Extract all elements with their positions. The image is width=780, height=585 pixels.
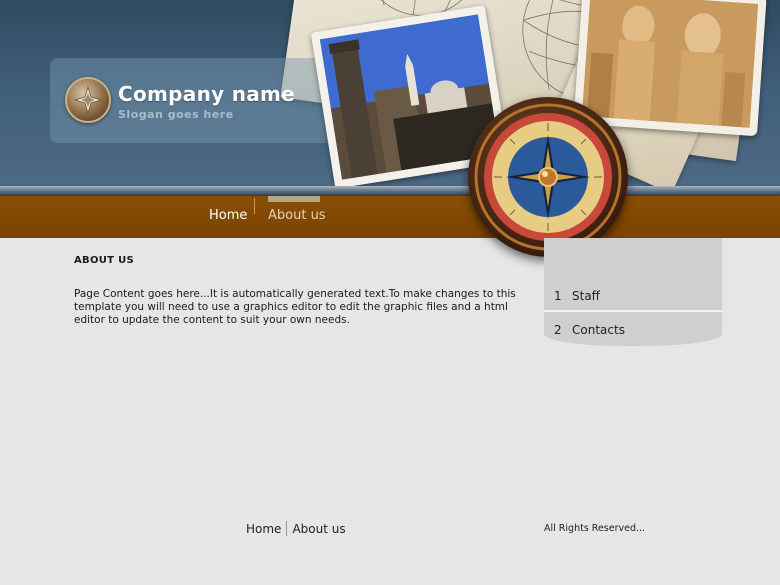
footer-nav: Home About us — [246, 521, 346, 536]
company-name: Company name — [118, 82, 296, 106]
page-body-text: Page Content goes here...It is automatic… — [74, 288, 516, 326]
compass-icon — [468, 97, 628, 257]
sidebar-item-staff[interactable]: 1 Staff — [544, 282, 722, 310]
sidebar-item-number: 1 — [554, 289, 562, 303]
copyright-text: All Rights Reserved... — [544, 523, 646, 534]
header-divider — [0, 186, 780, 196]
footer-home-link[interactable]: Home — [246, 522, 281, 536]
sidebar-item-number: 2 — [554, 323, 562, 337]
compass-logo-icon — [65, 77, 111, 123]
nav-separator — [254, 198, 255, 214]
footer-separator — [286, 521, 288, 536]
sidebar-item-label: Contacts — [572, 323, 625, 337]
nav-home-link[interactable]: Home — [209, 208, 247, 223]
sidebar-item-contacts[interactable]: 2 Contacts — [544, 316, 722, 344]
main-nav: Home About us — [0, 196, 780, 238]
sidebar-item-label: Staff — [572, 289, 600, 303]
header: Company name Slogan goes here — [0, 0, 780, 190]
footer-about-link[interactable]: About us — [292, 522, 345, 536]
sidebar-divider — [544, 310, 722, 312]
slogan: Slogan goes here — [118, 108, 234, 121]
nav-about-link[interactable]: About us — [268, 208, 326, 223]
active-tab-indicator — [268, 196, 320, 202]
page-title: ABOUT US — [74, 255, 135, 266]
